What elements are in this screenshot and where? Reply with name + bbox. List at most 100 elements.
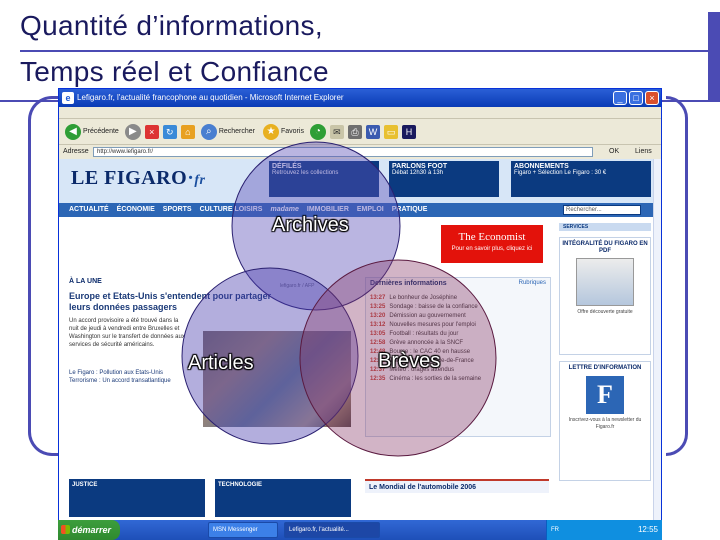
- nav-item-sports[interactable]: SPORTS: [163, 203, 192, 217]
- browser-title: Lefigaro.fr, l'actualité francophone au …: [77, 93, 344, 102]
- history-icon[interactable]: ◔: [309, 123, 326, 140]
- windows-flag-icon: [61, 525, 70, 534]
- browser-window: e Lefigaro.fr, l'actualité francophone a…: [58, 88, 662, 540]
- search-label: Rechercher: [218, 128, 255, 135]
- sidebar-pdf-title: INTÉGRALITÉ DU FIGARO EN PDF: [562, 241, 648, 254]
- system-tray: FR 12:55: [546, 520, 662, 540]
- economist-ad[interactable]: The Economist Pour en savoir plus, cliqu…: [441, 225, 543, 263]
- headline-link[interactable]: Europe et Etats-Unis s'entendent pour pa…: [69, 291, 295, 313]
- sidebar-pdf-block[interactable]: INTÉGRALITÉ DU FIGARO EN PDF Offre décou…: [559, 237, 651, 355]
- section-technologie[interactable]: TECHNOLOGIE: [215, 479, 351, 517]
- figaro-logo[interactable]: LE FIGARO·fr: [71, 167, 205, 190]
- page-content: LE FIGARO·fr DÉFILÉS Retrouvez les colle…: [59, 159, 661, 521]
- related-link[interactable]: Terrorisme : Un accord transatlantique: [69, 377, 199, 385]
- figaro-sidebar: SERVICES INTÉGRALITÉ DU FIGARO EN PDF Of…: [559, 221, 651, 521]
- venn-label-breves: Brèves: [378, 350, 441, 372]
- language-indicator[interactable]: FR: [551, 527, 559, 533]
- nav-item-emploi[interactable]: EMPLOI: [357, 203, 384, 217]
- browser-titlebar: e Lefigaro.fr, l'actualité francophone a…: [59, 89, 661, 107]
- promo-foot-text: Débat 12h30 à 13h: [392, 170, 444, 176]
- promo-abonnements-title: ABONNEMENTS: [514, 163, 569, 170]
- slide-title-line-1: Quantité d’informations,: [20, 10, 323, 41]
- browser-toolbar: ◀ Précédente ▶ × ↻ ⌂ ⌕ Rechercher ★ Favo…: [59, 119, 661, 145]
- pdf-thumbnail: [576, 258, 634, 306]
- nav-item-culture[interactable]: CULTURE LOISIRS: [200, 203, 263, 217]
- slide-title-line-2: Temps réel et Confiance: [20, 56, 329, 87]
- figaro-search-input[interactable]: Rechercher...: [563, 205, 641, 215]
- stop-icon[interactable]: ×: [144, 124, 159, 139]
- breve-item[interactable]: 13:20 Démission au gouvernement: [370, 312, 546, 321]
- address-bar: Adresse http://www.lefigaro.fr/ OK Liens: [59, 146, 661, 158]
- nav-item-actualite[interactable]: ACTUALITÉ: [69, 203, 109, 217]
- sidebar-services: SERVICES: [559, 223, 651, 231]
- taskbar-item-browser[interactable]: Lefigaro.fr, l'actualité...: [284, 522, 380, 538]
- favorites-button[interactable]: ★ Favoris: [261, 122, 306, 142]
- start-button[interactable]: démarrer: [58, 520, 120, 540]
- go-button[interactable]: OK: [609, 146, 619, 158]
- breve-item[interactable]: 13:05 Football : résultats du jour: [370, 330, 546, 339]
- breve-item[interactable]: 12:58 Grève annoncée à la SNCF: [370, 339, 546, 348]
- figaro-logo-suffix: fr: [194, 173, 206, 188]
- venn-label-archives: Archives: [272, 214, 349, 236]
- close-icon[interactable]: ×: [645, 91, 659, 105]
- sidebar-pdf-caption: Offre découverte gratuite: [577, 309, 633, 315]
- breves-rubriques-link[interactable]: Rubriques: [519, 280, 546, 286]
- links-label[interactable]: Liens: [635, 146, 652, 158]
- nav-item-pratique[interactable]: PRATIQUE: [392, 203, 428, 217]
- venn-label-articles: Articles: [188, 352, 254, 374]
- mail-icon[interactable]: ✉: [329, 124, 344, 139]
- forward-arrow-icon[interactable]: ▶: [124, 123, 141, 140]
- breve-item[interactable]: 13:12 Nouvelles mesures pour l'emploi: [370, 321, 546, 330]
- section-head-une: À LA UNE: [69, 278, 102, 285]
- frame-right-curve: [666, 96, 688, 456]
- start-label: démarrer: [72, 525, 112, 535]
- promo-abonnements-text: Figaro + Sélection Le Figaro : 30 €: [514, 170, 607, 176]
- promo-defiles[interactable]: DÉFILÉS Retrouvez les collections: [269, 161, 379, 197]
- print-icon[interactable]: ⎙: [347, 124, 362, 139]
- economist-name: The Economist: [458, 231, 526, 243]
- star-icon: ★: [263, 123, 279, 140]
- breve-item[interactable]: 13:25 Sondage : baisse de la confiance: [370, 303, 546, 312]
- figaro-header: LE FIGARO·fr DÉFILÉS Retrouvez les colle…: [59, 159, 653, 203]
- maximize-icon[interactable]: □: [629, 91, 643, 105]
- figaro-main-column: The Economist Pour en savoir plus, cliqu…: [65, 221, 551, 521]
- edit-icon[interactable]: W: [365, 124, 380, 139]
- browser-menubar: [59, 107, 661, 119]
- section-justice[interactable]: JUSTICE: [69, 479, 205, 517]
- frame-right-bar: [708, 12, 720, 102]
- sidebar-newsletter-caption: Inscrivez-vous à la newsletter du Figaro…: [568, 417, 642, 430]
- promo-foot[interactable]: PARLONS FOOT Débat 12h30 à 13h: [389, 161, 499, 197]
- home-icon[interactable]: ⌂: [180, 124, 195, 139]
- messenger-icon[interactable]: H: [401, 124, 416, 139]
- promo-defiles-title: DÉFILÉS: [272, 163, 302, 170]
- bottom-sections: JUSTICE TECHNOLOGIE Le Mondial de l'auto…: [69, 479, 549, 519]
- related-link[interactable]: Le Figaro : Pollution aux Etats-Unis: [69, 369, 199, 377]
- minimize-icon[interactable]: _: [613, 91, 627, 105]
- figaro-f-icon: F: [586, 376, 624, 414]
- refresh-icon[interactable]: ↻: [162, 124, 177, 139]
- promo-defiles-text: Retrouvez les collections: [272, 170, 339, 176]
- article-body: Un accord provisoire a été trouvé dans l…: [69, 318, 185, 348]
- breve-item[interactable]: 13:27 Le bonheur de Joséphine: [370, 294, 546, 303]
- photo-credit: lefigaro.fr / AFP: [280, 283, 315, 289]
- taskbar-item-messenger[interactable]: MSN Messenger: [208, 522, 278, 538]
- sidebar-newsletter-title: LETTRE D'INFORMATION: [568, 365, 642, 371]
- back-button[interactable]: ◀ Précédente: [63, 122, 121, 142]
- nav-item-economie[interactable]: ÉCONOMIE: [117, 203, 155, 217]
- mondial-automobile-header[interactable]: Le Mondial de l'automobile 2006: [365, 479, 549, 493]
- article-photo[interactable]: [203, 331, 351, 427]
- figaro-logo-text: LE FIGARO: [71, 167, 188, 189]
- vertical-scrollbar[interactable]: [653, 159, 661, 521]
- window-controls: _ □ ×: [613, 91, 659, 105]
- breve-item[interactable]: 12:35 Cinéma : les sorties de la semaine: [370, 375, 546, 384]
- economist-tagline: Pour en savoir plus, cliquez ici: [451, 246, 533, 252]
- address-input[interactable]: http://www.lefigaro.fr/: [93, 147, 593, 157]
- search-button[interactable]: ⌕ Rechercher: [199, 122, 257, 142]
- clock: 12:55: [637, 525, 658, 534]
- back-label: Précédente: [83, 128, 119, 135]
- folder-icon[interactable]: ▭: [383, 124, 398, 139]
- promo-abonnements[interactable]: ABONNEMENTS Figaro + Sélection Le Figaro…: [511, 161, 651, 197]
- address-label: Adresse: [63, 148, 89, 155]
- ie-logo-icon: e: [62, 92, 74, 104]
- sidebar-newsletter-block[interactable]: LETTRE D'INFORMATION F Inscrivez-vous à …: [559, 361, 651, 481]
